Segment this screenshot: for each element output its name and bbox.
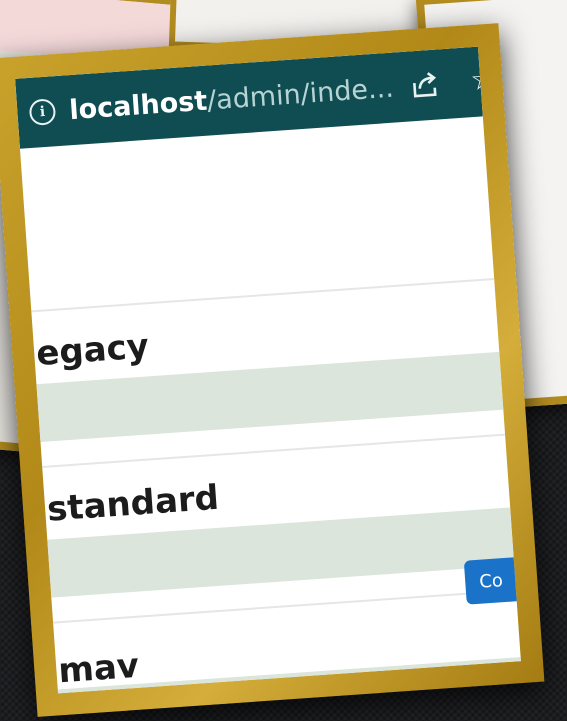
row-divider [42, 433, 506, 468]
bookmark-star-icon[interactable]: ☆ [469, 61, 498, 98]
row-label-legacy: egacy [34, 326, 151, 375]
url-path: /admin/inde... [206, 72, 395, 117]
row-divider [53, 589, 517, 624]
row-label-standard: standard [45, 477, 221, 530]
url-host: localhost [68, 85, 209, 126]
share-icon[interactable] [407, 67, 441, 101]
url-text[interactable]: localhost/admin/inde... [68, 72, 394, 126]
address-bar[interactable]: i localhost/admin/inde... ☆ [15, 46, 498, 149]
continue-button[interactable]: Co [463, 555, 521, 605]
info-icon[interactable]: i [28, 98, 57, 126]
row-divider [31, 278, 495, 313]
phone-screen: i localhost/admin/inde... ☆ egacy standa… [15, 46, 521, 694]
photo-frame: i localhost/admin/inde... ☆ egacy standa… [0, 23, 545, 717]
